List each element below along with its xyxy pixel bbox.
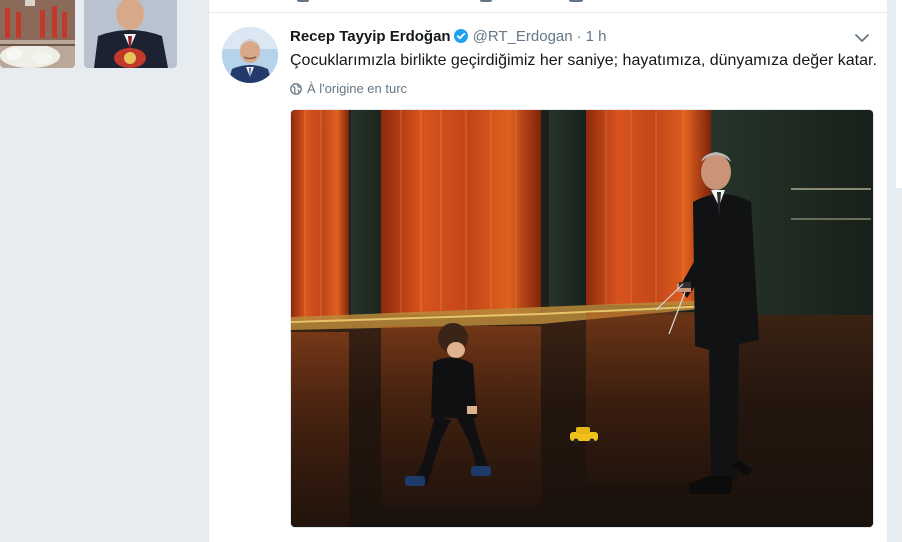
- tweet-author-name[interactable]: Recep Tayyip Erdoğan: [290, 28, 451, 45]
- like-icon[interactable]: [569, 0, 583, 2]
- previous-tweet-actions: [209, 0, 887, 13]
- tweet-timestamp[interactable]: 1 h: [586, 28, 607, 45]
- translate-link[interactable]: À l'origine en turc: [290, 80, 407, 98]
- tweet-photo[interactable]: [290, 109, 874, 528]
- tweet-author-handle[interactable]: @RT_Erdogan: [473, 28, 573, 45]
- retweet-icon[interactable]: [480, 0, 492, 2]
- avatar[interactable]: [222, 27, 278, 83]
- media-thumbnail[interactable]: [84, 0, 177, 68]
- translate-label: À l'origine en turc: [307, 81, 408, 96]
- verified-badge-icon: [453, 29, 468, 49]
- tweet-header: Recep Tayyip Erdoğan @RT_Erdogan · 1 h: [290, 27, 606, 47]
- tweet[interactable]: Recep Tayyip Erdoğan @RT_Erdogan · 1 h Çocu…: [209, 13, 887, 542]
- chevron-down-icon[interactable]: [853, 31, 871, 45]
- header-separator: ·: [576, 28, 582, 45]
- left-media-column: [0, 0, 208, 542]
- media-thumbnail[interactable]: [0, 0, 75, 68]
- scrollbar-track[interactable]: [896, 0, 902, 188]
- timeline-column: Recep Tayyip Erdoğan @RT_Erdogan · 1 h Çocu…: [208, 0, 887, 542]
- twitter-page: Recep Tayyip Erdoğan @RT_Erdogan · 1 h Çocu…: [0, 0, 902, 542]
- tweet-text: Çocuklarımızla birlikte geçirdiğimiz her…: [290, 52, 877, 69]
- reply-icon[interactable]: [297, 0, 309, 2]
- globe-icon: [290, 82, 302, 100]
